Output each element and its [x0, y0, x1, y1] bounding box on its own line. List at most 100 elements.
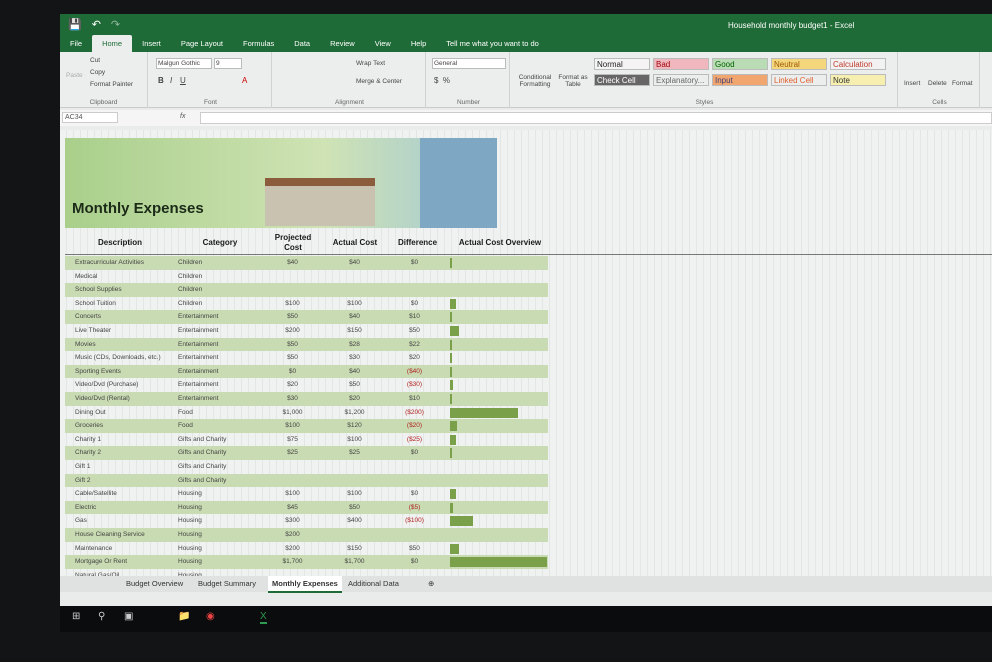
projected-cost-cell[interactable]: $1,700: [265, 555, 320, 569]
difference-cell[interactable]: ($200): [387, 406, 442, 420]
actual-cost-cell[interactable]: $40: [327, 310, 382, 324]
redo-icon[interactable]: ↷: [111, 18, 120, 31]
file-explorer-icon[interactable]: 📁: [178, 611, 190, 622]
category-cell[interactable]: Housing: [178, 514, 202, 528]
category-cell[interactable]: Entertainment: [178, 378, 218, 392]
category-cell[interactable]: Housing: [178, 555, 202, 569]
fx-icon[interactable]: fx: [180, 113, 185, 120]
actual-cost-cell[interactable]: $1,700: [327, 555, 382, 569]
projected-cost-cell[interactable]: $40: [265, 256, 320, 270]
category-cell[interactable]: Food: [178, 406, 193, 420]
table-row[interactable]: Gift 2 Gifts and Charity: [65, 473, 548, 488]
category-cell[interactable]: Food: [178, 419, 193, 433]
table-row[interactable]: Extracurricular Activities Children $40 $40…: [65, 256, 548, 270]
sheet-tab-budget-overview[interactable]: Budget Overview: [126, 579, 183, 588]
category-cell[interactable]: Housing: [178, 542, 202, 556]
projected-cost-cell[interactable]: $75: [265, 433, 320, 447]
table-row[interactable]: Electric Housing $45 $50 ($5): [65, 500, 548, 515]
category-cell[interactable]: Entertainment: [178, 338, 218, 352]
font-size-select[interactable]: 9: [214, 58, 242, 69]
currency-icon[interactable]: $ %: [434, 76, 450, 85]
copy-button[interactable]: Copy: [90, 69, 105, 76]
table-row[interactable]: Music (CDs, Downloads, etc.) Entertainmen…: [65, 351, 548, 365]
table-row[interactable]: Video/Dvd (Purchase) Entertainment $20 $50 (…: [65, 378, 548, 392]
tab-data[interactable]: Data: [284, 35, 320, 52]
table-row[interactable]: House Cleaning Service Housing $200: [65, 528, 548, 542]
description-cell[interactable]: Cable/Satellite: [75, 487, 117, 501]
undo-icon[interactable]: ↶: [92, 18, 101, 31]
difference-cell[interactable]: $0: [387, 446, 442, 460]
description-cell[interactable]: Medical: [75, 270, 97, 284]
number-format-select[interactable]: General: [432, 58, 506, 69]
save-icon[interactable]: 💾: [68, 18, 82, 31]
actual-cost-cell[interactable]: $40: [327, 365, 382, 379]
description-cell[interactable]: Dining Out: [75, 406, 106, 420]
category-cell[interactable]: Children: [178, 270, 202, 284]
table-row[interactable]: Sporting Events Entertainment $0 $40 ($40): [65, 364, 548, 379]
cell-style-check-cell[interactable]: Check Cell: [594, 74, 650, 86]
projected-cost-cell[interactable]: $30: [265, 392, 320, 406]
tab-view[interactable]: View: [365, 35, 401, 52]
search-icon[interactable]: ⚲: [98, 611, 105, 622]
description-cell[interactable]: Maintenance: [75, 542, 112, 556]
tab-home[interactable]: Home: [92, 35, 133, 52]
table-row[interactable]: Dining Out Food $1,000 $1,200 ($200): [65, 406, 548, 420]
actual-cost-cell[interactable]: $50: [327, 501, 382, 515]
description-cell[interactable]: Charity 2: [75, 446, 101, 460]
projected-cost-cell[interactable]: $100: [265, 487, 320, 501]
description-cell[interactable]: Live Theater: [75, 324, 111, 338]
table-row[interactable]: Cable/Satellite Housing $100 $100 $0: [65, 487, 548, 501]
description-cell[interactable]: School Tuition: [75, 297, 116, 311]
actual-cost-cell[interactable]: $20: [327, 392, 382, 406]
cell-style-note[interactable]: Note: [830, 74, 886, 86]
category-cell[interactable]: Entertainment: [178, 365, 218, 379]
table-row[interactable]: Concerts Entertainment $50 $40 $10: [65, 310, 548, 324]
table-row[interactable]: Maintenance Housing $200 $150 $50: [65, 542, 548, 556]
cell-style-neutral[interactable]: Neutral: [771, 58, 827, 70]
delete-button[interactable]: Delete: [928, 80, 947, 87]
category-cell[interactable]: Gifts and Charity: [178, 446, 226, 460]
actual-cost-cell[interactable]: $100: [327, 487, 382, 501]
difference-cell[interactable]: ($25): [387, 433, 442, 447]
difference-cell[interactable]: $0: [387, 487, 442, 501]
difference-cell[interactable]: $0: [387, 555, 442, 569]
formula-input[interactable]: [200, 112, 992, 124]
cell-style-calculation[interactable]: Calculation: [830, 58, 886, 70]
category-cell[interactable]: Gifts and Charity: [178, 460, 226, 474]
actual-cost-cell[interactable]: $400: [327, 514, 382, 528]
table-row[interactable]: Mortgage Or Rent Housing $1,700 $1,700 $0: [65, 555, 548, 569]
description-cell[interactable]: Video/Dvd (Purchase): [75, 378, 138, 392]
table-row[interactable]: Charity 2 Gifts and Charity $25 $25 $0: [65, 446, 548, 460]
projected-cost-cell[interactable]: $0: [265, 365, 320, 379]
category-cell[interactable]: Entertainment: [178, 392, 218, 406]
category-cell[interactable]: Entertainment: [178, 324, 218, 338]
projected-cost-cell[interactable]: $200: [265, 528, 320, 542]
tab-formulas[interactable]: Formulas: [233, 35, 284, 52]
difference-cell[interactable]: $10: [387, 310, 442, 324]
projected-cost-cell[interactable]: $100: [265, 419, 320, 433]
cell-style-normal[interactable]: Normal: [594, 58, 650, 70]
difference-cell[interactable]: ($100): [387, 514, 442, 528]
difference-cell[interactable]: ($30): [387, 378, 442, 392]
description-cell[interactable]: Concerts: [75, 310, 101, 324]
actual-cost-cell[interactable]: $50: [327, 378, 382, 392]
description-cell[interactable]: Groceries: [75, 419, 103, 433]
cell-style-bad[interactable]: Bad: [653, 58, 709, 70]
table-row[interactable]: Groceries Food $100 $120 ($20): [65, 419, 548, 433]
sheet-tab-monthly-expenses[interactable]: Monthly Expenses: [268, 576, 342, 593]
category-cell[interactable]: Housing: [178, 487, 202, 501]
description-cell[interactable]: Music (CDs, Downloads, etc.): [75, 351, 161, 365]
bold-button[interactable]: B: [158, 76, 164, 85]
actual-cost-cell[interactable]: $28: [327, 338, 382, 352]
difference-cell[interactable]: $22: [387, 338, 442, 352]
difference-cell[interactable]: ($5): [387, 501, 442, 515]
sheet-tab-additional-data[interactable]: Additional Data: [348, 579, 399, 588]
cell-style-linked-cell[interactable]: Linked Cell: [771, 74, 827, 86]
actual-cost-cell[interactable]: $1,200: [327, 406, 382, 420]
conditional-formatting-button[interactable]: Conditional Formatting: [516, 74, 554, 88]
add-sheet-button[interactable]: ⊕: [428, 579, 434, 588]
projected-cost-cell[interactable]: $200: [265, 324, 320, 338]
actual-cost-cell[interactable]: $100: [327, 433, 382, 447]
description-cell[interactable]: Gift 2: [75, 474, 91, 488]
difference-cell[interactable]: $20: [387, 351, 442, 365]
